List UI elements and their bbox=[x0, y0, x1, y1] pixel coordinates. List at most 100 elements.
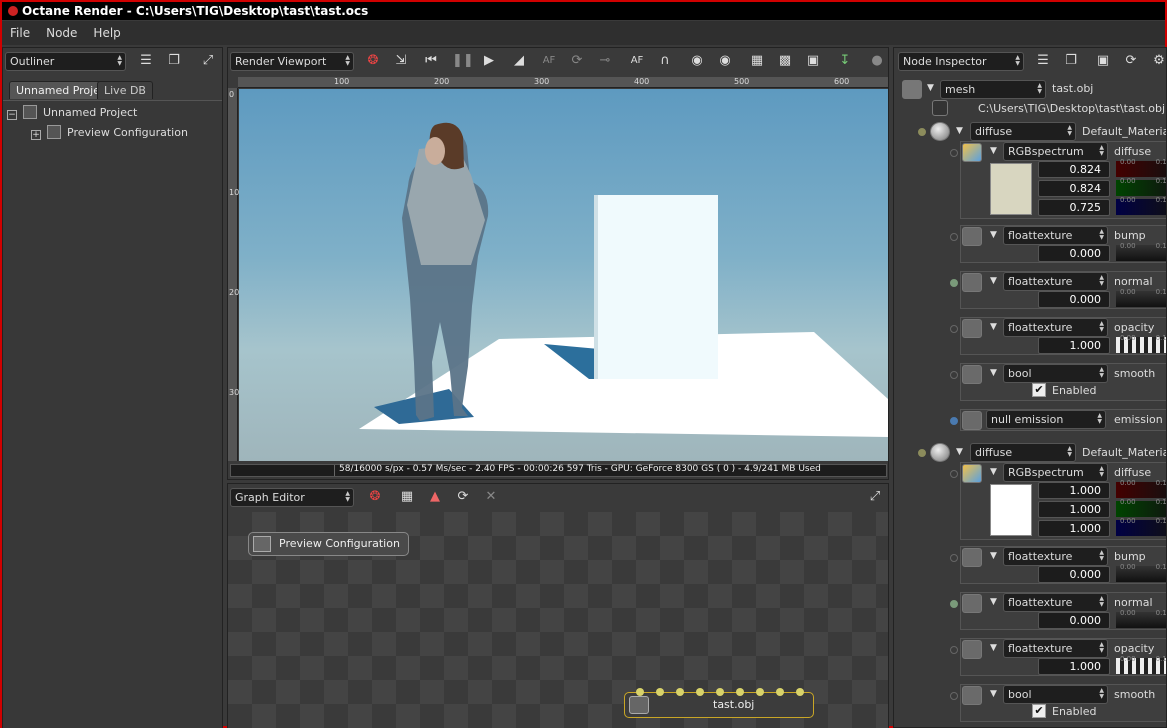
float-value-field[interactable]: 0.000 bbox=[1038, 566, 1110, 583]
param-socket[interactable] bbox=[950, 325, 958, 333]
param-node-select[interactable]: bool bbox=[1003, 364, 1108, 383]
grid-icon[interactable]: ▦ bbox=[748, 52, 766, 70]
settings-icon[interactable]: ⚙ bbox=[1150, 52, 1166, 70]
rgb-value-field[interactable]: 0.824 bbox=[1038, 161, 1110, 178]
texture-icon[interactable] bbox=[962, 227, 982, 246]
param-socket[interactable] bbox=[950, 371, 958, 379]
param-socket[interactable] bbox=[950, 233, 958, 241]
render-image[interactable] bbox=[239, 89, 888, 461]
float-value-field[interactable]: 0.000 bbox=[1038, 245, 1110, 262]
param-socket[interactable] bbox=[950, 470, 958, 478]
rgb-slider[interactable]: 0.00 0.1 bbox=[1116, 498, 1166, 517]
float-value-field[interactable]: 0.000 bbox=[1038, 612, 1110, 629]
reload-icon[interactable]: ⟳ bbox=[1122, 52, 1140, 70]
collapse-arrow-icon[interactable]: ▼ bbox=[990, 230, 997, 240]
graph-canvas[interactable]: Preview Configuration tast.obj bbox=[228, 512, 888, 728]
layers-icon[interactable]: ❐ bbox=[1062, 52, 1080, 70]
checker-icon[interactable]: ▩ bbox=[776, 52, 794, 70]
rotate-icon[interactable]: ⟳ bbox=[568, 52, 586, 70]
bridge-icon[interactable]: ∩ bbox=[656, 52, 674, 70]
tab-live-db[interactable]: Live DB bbox=[97, 81, 153, 99]
color-preview[interactable] bbox=[990, 484, 1032, 536]
fit-icon[interactable]: ⇲ bbox=[392, 52, 410, 70]
menu-help[interactable]: Help bbox=[85, 21, 128, 45]
autofocus-icon[interactable]: AF bbox=[628, 52, 646, 70]
sphere-icon[interactable]: ◉ bbox=[688, 52, 706, 70]
maximize-icon[interactable]: ⤢ bbox=[199, 52, 217, 70]
sphere-alt-icon[interactable]: ◉ bbox=[716, 52, 734, 70]
material-sphere-icon[interactable] bbox=[930, 122, 950, 141]
save-icon[interactable]: ▦ bbox=[398, 488, 416, 506]
param-node-select[interactable]: floattexture bbox=[1003, 318, 1108, 337]
mesh-icon[interactable]: ▲ bbox=[426, 488, 444, 506]
float-value-field[interactable]: 1.000 bbox=[1038, 658, 1110, 675]
param-node-select[interactable]: floattexture bbox=[1003, 639, 1108, 658]
float-slider[interactable]: 0.00 0.1 bbox=[1116, 563, 1166, 582]
ruler-icon[interactable]: ◢ bbox=[510, 52, 528, 70]
collapse-arrow-icon[interactable]: ▼ bbox=[990, 276, 997, 286]
float-slider[interactable]: 0.00 0.1 bbox=[1116, 334, 1166, 353]
mesh-type-select[interactable]: mesh bbox=[940, 80, 1046, 99]
param-node-select[interactable]: floattexture bbox=[1003, 593, 1108, 612]
toggle-icon[interactable] bbox=[962, 686, 982, 705]
param-node-select[interactable]: floattexture bbox=[1003, 547, 1108, 566]
material-socket[interactable] bbox=[918, 449, 926, 457]
param-node-select[interactable]: floattexture bbox=[1003, 226, 1108, 245]
image-icon[interactable]: ▣ bbox=[1094, 52, 1112, 70]
inspector-selector[interactable]: Node Inspector bbox=[898, 52, 1024, 71]
export-mesh-icon[interactable] bbox=[932, 100, 948, 116]
smooth-checkbox[interactable]: ✔ bbox=[1032, 704, 1046, 718]
float-slider[interactable]: 0.00 0.1 bbox=[1116, 609, 1166, 628]
tree-item-preview-config[interactable]: + Preview Configuration bbox=[31, 125, 188, 140]
rgb-value-field[interactable]: 1.000 bbox=[1038, 482, 1110, 499]
rgb-value-field[interactable]: 0.725 bbox=[1038, 199, 1110, 216]
param-socket[interactable] bbox=[950, 279, 958, 287]
collapse-arrow-icon[interactable]: ▼ bbox=[990, 322, 997, 332]
param-node-select[interactable]: bool bbox=[1003, 685, 1108, 704]
expander-expand-icon[interactable]: + bbox=[31, 130, 41, 140]
param-socket[interactable] bbox=[950, 417, 958, 425]
reset-camera-icon[interactable]: ❂ bbox=[364, 52, 382, 70]
collapse-arrow-icon[interactable]: ▼ bbox=[990, 597, 997, 607]
float-slider[interactable]: 0.00 0.1 bbox=[1116, 242, 1166, 261]
play-icon[interactable]: ▶ bbox=[480, 52, 498, 70]
float-value-field[interactable]: 0.000 bbox=[1038, 291, 1110, 308]
export-icon[interactable]: ↧ bbox=[836, 52, 854, 70]
texture-icon[interactable] bbox=[962, 319, 982, 338]
region-icon[interactable]: ▣ bbox=[804, 52, 822, 70]
texture-icon[interactable] bbox=[962, 548, 982, 567]
toggle-icon[interactable] bbox=[962, 365, 982, 384]
collapse-arrow-icon[interactable]: ▼ bbox=[990, 368, 997, 378]
outliner-selector[interactable]: Outliner bbox=[5, 52, 126, 71]
rgb-slider[interactable]: 0.00 0.1 bbox=[1116, 517, 1166, 536]
color-preview[interactable] bbox=[990, 163, 1032, 215]
autofocus-off-icon[interactable]: AF bbox=[540, 52, 558, 70]
color-swatch-icon[interactable] bbox=[962, 143, 982, 162]
collapse-arrow-icon[interactable]: ▼ bbox=[990, 689, 997, 699]
mesh-type-icon[interactable] bbox=[902, 80, 922, 99]
texture-icon[interactable] bbox=[962, 640, 982, 659]
param-node-select[interactable]: floattexture bbox=[1003, 272, 1108, 291]
param-socket[interactable] bbox=[950, 692, 958, 700]
graph-editor-selector[interactable]: Graph Editor bbox=[230, 488, 354, 507]
material-sphere-icon[interactable] bbox=[930, 443, 950, 462]
texture-icon[interactable] bbox=[962, 273, 982, 292]
pause-icon[interactable]: ❚❚ bbox=[452, 52, 474, 70]
layers-icon[interactable]: ❐ bbox=[165, 52, 183, 70]
param-node-select[interactable]: RGBspectrum bbox=[1003, 142, 1108, 161]
rgb-value-field[interactable]: 0.824 bbox=[1038, 180, 1110, 197]
expander-collapse-icon[interactable]: − bbox=[7, 110, 17, 120]
collapse-arrow-icon[interactable]: ▼ bbox=[990, 467, 997, 477]
material-type-select[interactable]: diffuse bbox=[970, 443, 1076, 462]
material-type-select[interactable]: diffuse bbox=[970, 122, 1076, 141]
smooth-checkbox[interactable]: ✔ bbox=[1032, 383, 1046, 397]
rgb-slider[interactable]: 0.00 0.1 bbox=[1116, 196, 1166, 215]
emission-off-icon[interactable] bbox=[962, 411, 982, 430]
param-socket[interactable] bbox=[950, 646, 958, 654]
param-socket[interactable] bbox=[950, 600, 958, 608]
rgb-value-field[interactable]: 1.000 bbox=[1038, 501, 1110, 518]
collapse-arrow-icon[interactable]: ▼ bbox=[956, 126, 963, 136]
float-slider[interactable]: 0.00 0.1 bbox=[1116, 655, 1166, 674]
param-node-select[interactable]: null emission bbox=[986, 410, 1106, 429]
collapse-icon[interactable]: ☰ bbox=[137, 52, 155, 70]
